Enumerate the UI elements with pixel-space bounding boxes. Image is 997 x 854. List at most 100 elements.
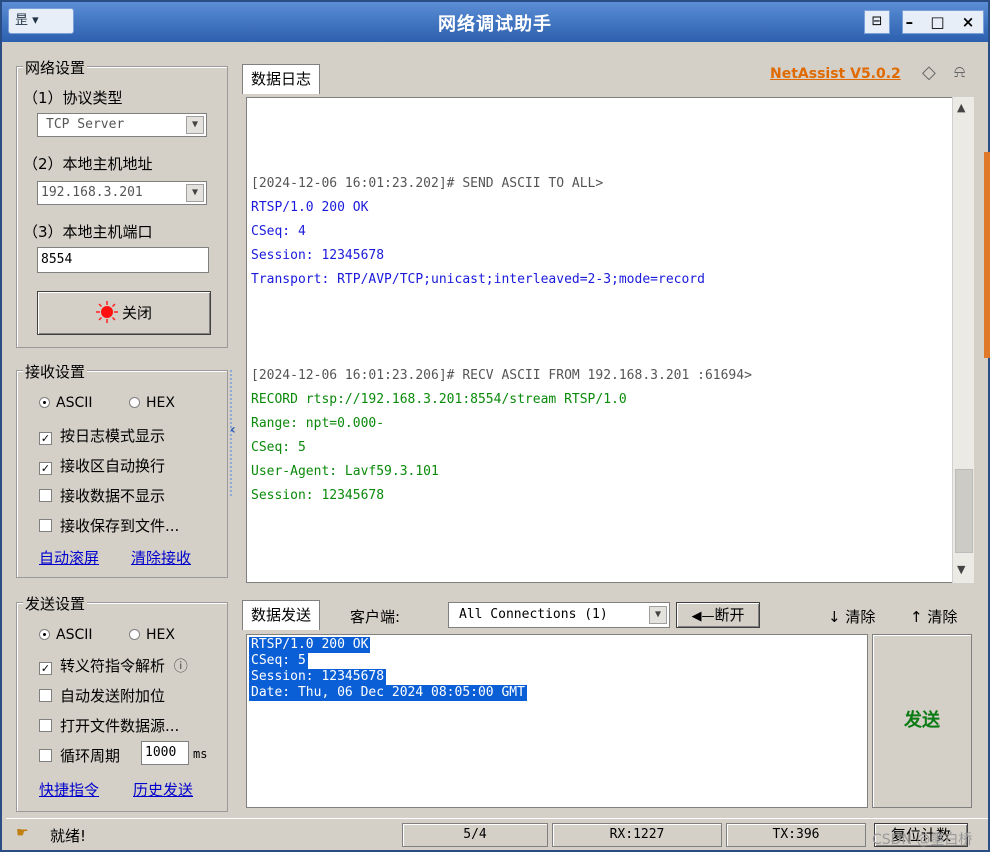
send-option-label: 转义符指令解析 [60,657,166,675]
status-bar: ☛ 就绪! 5/4 RX:1227 TX:396 复位计数 CSDN @墨白桥 [6,818,988,850]
network-settings-title: 网络设置 [23,57,88,78]
status-rx: RX:1227 [552,823,722,847]
send-line: CSeq: 5 [249,653,308,669]
recv-option-label: 接收区自动换行 [60,457,166,475]
scroll-down-icon[interactable]: ▼ [957,563,965,576]
checkbox-checked-icon: ✓ [39,462,52,475]
bell-icon[interactable]: ⍾ [954,62,965,82]
radio-selected-icon [39,629,50,640]
checkbox-icon [39,489,52,502]
log-line: Range: npt=0.000- [251,416,385,431]
log-line: Transport: RTP/AVP/TCP;unicast;interleav… [251,272,705,287]
auto-scroll-link[interactable]: 自动滚屏 [39,547,99,568]
arrow-up-icon: ↑ [910,608,923,626]
right-edge-accent [984,152,990,358]
recv-ascii-radio[interactable]: ASCII [39,395,93,411]
send-settings-group: 发送设置 ASCII HEX ✓ 转义符指令解析 ⓘ 自动发送附加位 打开文件数据… [16,593,228,812]
send-ascii-radio[interactable]: ASCII [39,627,93,643]
host-address-select[interactable]: 192.168.3.201 ▼ [37,181,207,205]
cycle-period-input[interactable]: 1000 [141,741,189,765]
log-scrollbar[interactable]: ▲ ▼ [952,97,974,583]
window-controls[interactable]: – □ × [902,10,984,34]
receive-log-area[interactable]: [2024-12-06 16:01:23.202]# SEND ASCII TO… [246,97,974,583]
send-option-escape[interactable]: ✓ 转义符指令解析 ⓘ [39,655,188,676]
recv-option-label: 接收数据不显示 [60,487,166,505]
checkbox-icon [39,519,52,532]
tab-data-send[interactable]: 数据发送 [242,600,321,630]
host-address-label: （2）本地主机地址 [23,155,153,173]
send-option-label: 自动发送附加位 [60,687,166,705]
client-label: 客户端: [350,608,401,626]
recv-option-save-file[interactable]: 接收保存到文件... [39,515,179,536]
send-ascii-label: ASCII [56,627,93,643]
send-settings-title: 发送设置 [23,593,88,614]
clear-all-button[interactable]: ↑ 清除 [910,606,957,627]
send-line: RTSP/1.0 200 OK [249,637,371,653]
send-text-area[interactable]: RTSP/1.0 200 OK CSeq: 5 Session: 1234567… [246,634,868,808]
send-option-file-source[interactable]: 打开文件数据源... [39,715,179,736]
radio-icon [129,397,140,408]
brand-version-link[interactable]: NetAssist V5.0.2 [770,66,901,82]
protocol-type-label: （1）协议类型 [23,89,123,107]
send-option-append[interactable]: 自动发送附加位 [39,685,165,706]
watermark: CSDN @墨白桥 [872,832,973,848]
send-option-cycle[interactable]: 循环周期 [39,745,120,766]
history-send-link[interactable]: 历史发送 [133,779,193,800]
recv-option-hide-data[interactable]: 接收数据不显示 [39,485,165,506]
checkbox-checked-icon: ✓ [39,662,52,675]
diamond-icon[interactable]: ◇ [922,62,936,83]
status-tx: TX:396 [726,823,866,847]
clear-send-button[interactable]: ↓ 清除 [828,606,875,627]
send-hex-label: HEX [146,627,175,643]
info-icon[interactable]: ⓘ [174,659,188,675]
app-window: 昰 ▾ 网络调试助手 ⊟ – □ × 网络设置 （1）协议类型 TCP Serv… [0,0,990,852]
clear-receive-link[interactable]: 清除接收 [131,547,191,568]
protocol-type-select[interactable]: TCP Server ▼ [37,113,207,137]
host-port-label: （3）本地主机端口 [23,223,153,241]
disconnect-label: 断开 [714,606,745,624]
close-connection-button[interactable]: 关闭 [37,291,211,335]
log-line: CSeq: 5 [251,440,306,455]
receive-settings-group: 接收设置 ASCII HEX ✓ 按日志模式显示 ✓ 接收区自动换行 接收数据不显示… [16,361,228,578]
chevron-down-icon[interactable]: ▼ [186,184,204,202]
recv-hex-label: HEX [146,395,175,411]
arrow-left-icon: ◀— [691,609,715,624]
recv-option-label: 接收保存到文件... [60,517,180,535]
recv-option-auto-wrap[interactable]: ✓ 接收区自动换行 [39,455,165,476]
disconnect-button[interactable]: ◀—断开 [676,602,760,628]
checkbox-icon [39,719,52,732]
collapse-arrow-icon[interactable]: ‹ [230,422,236,438]
pin-icon[interactable]: ⊟ [864,10,890,34]
recv-option-label: 按日志模式显示 [60,427,166,445]
log-line: [2024-12-06 16:01:23.206]# RECV ASCII FR… [251,368,752,383]
scrollbar-thumb[interactable] [955,469,973,553]
record-icon [95,301,118,323]
chevron-down-icon[interactable]: ▼ [649,606,667,624]
log-line: User-Agent: Lavf59.3.101 [251,464,439,479]
shortcut-commands-link[interactable]: 快捷指令 [39,779,99,800]
log-line: Session: 12345678 [251,488,385,503]
checkbox-icon [39,749,52,762]
send-button[interactable]: 发送 [872,634,972,808]
log-line: [2024-12-06 16:01:23.202]# SEND ASCII TO… [251,176,604,191]
pointing-hand-icon: ☛ [16,825,29,841]
send-hex-radio[interactable]: HEX [129,627,175,643]
log-line: RECORD rtsp://192.168.3.201:8554/stream … [251,392,627,407]
chevron-down-icon[interactable]: ▼ [186,116,204,134]
radio-selected-icon [39,397,50,408]
recv-hex-radio[interactable]: HEX [129,395,175,411]
receive-settings-title: 接收设置 [23,361,88,382]
host-port-input[interactable]: 8554 [37,247,209,273]
panel-splitter[interactable]: ‹ [230,370,240,496]
clear-all-label: 清除 [927,608,958,626]
scroll-up-icon[interactable]: ▲ [957,101,965,114]
recv-option-log-mode[interactable]: ✓ 按日志模式显示 [39,425,165,446]
cycle-unit: ms [193,747,208,761]
connections-value: All Connections (1) [459,607,608,622]
recv-ascii-label: ASCII [56,395,93,411]
log-line: RTSP/1.0 200 OK [251,200,369,215]
tab-data-log[interactable]: 数据日志 [242,64,321,94]
clear-send-label: 清除 [845,608,876,626]
network-settings-group: 网络设置 （1）协议类型 TCP Server ▼ （2）本地主机地址 192.… [16,57,228,348]
connections-select[interactable]: All Connections (1) ▼ [448,602,670,628]
